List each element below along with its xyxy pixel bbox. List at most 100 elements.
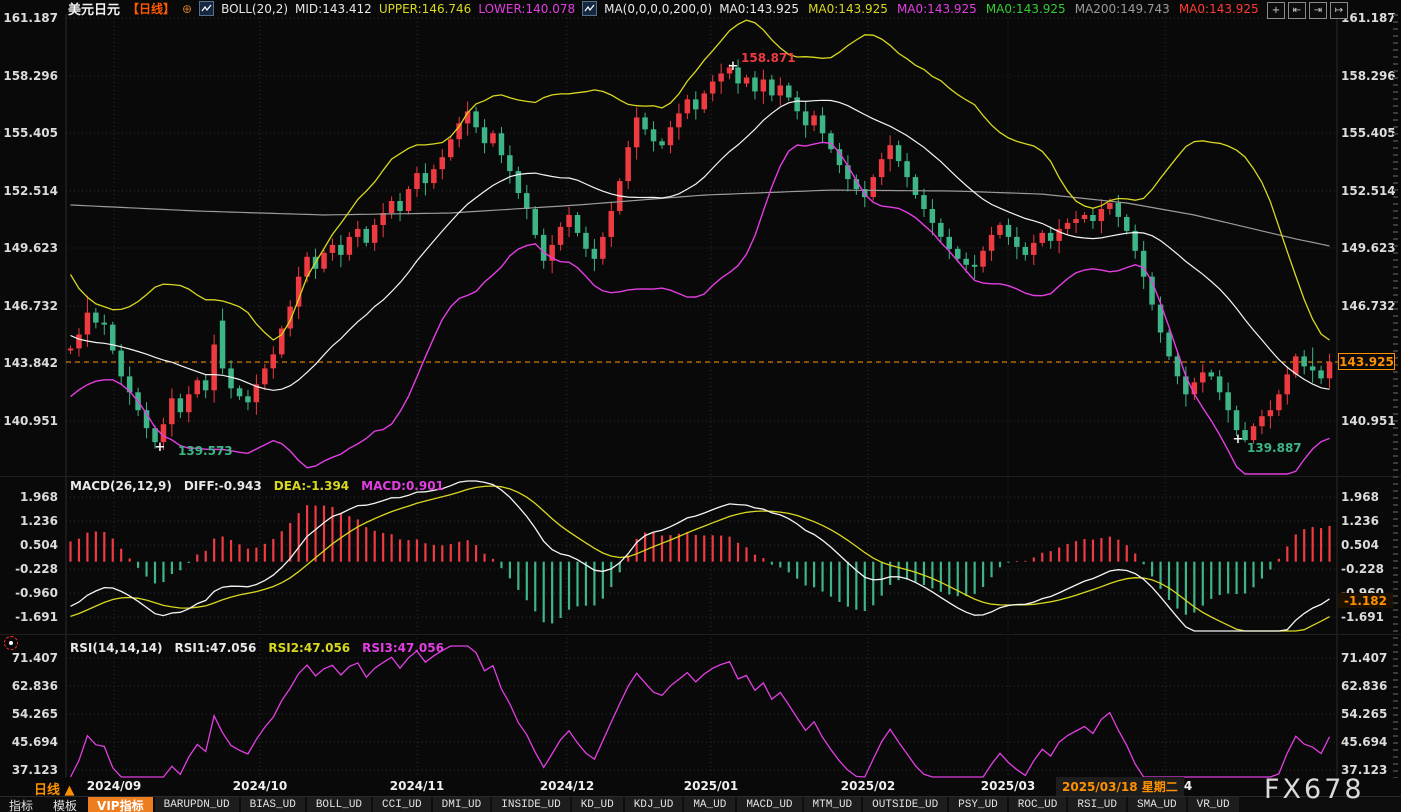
- svg-text:-0.960: -0.960: [15, 586, 58, 600]
- toolbar-tab-sma_ud[interactable]: SMA_UD: [1128, 797, 1186, 812]
- toolbar-tab-mtm_ud[interactable]: MTM_UD: [804, 797, 862, 812]
- toolbar-tab-ma_ud[interactable]: MA_UD: [684, 797, 735, 812]
- svg-text:140.951: 140.951: [3, 414, 58, 428]
- svg-text:-1.691: -1.691: [15, 610, 58, 624]
- svg-text:54.265: 54.265: [12, 707, 58, 721]
- svg-text:161.187: 161.187: [3, 11, 58, 25]
- ma-value: MA0:143.925: [986, 2, 1066, 16]
- rsi3-value: RSI3:47.056: [362, 641, 444, 655]
- svg-text:161.187: 161.187: [1341, 11, 1396, 25]
- toolbar-tab-outside_ud[interactable]: OUTSIDE_UD: [863, 797, 947, 812]
- svg-text:155.405: 155.405: [1341, 126, 1396, 140]
- macd-dea-value: DEA:-1.394: [274, 479, 349, 493]
- toolbar-tab-模板[interactable]: 模板: [44, 797, 86, 812]
- svg-text:152.514: 152.514: [1341, 184, 1396, 198]
- svg-text:158.296: 158.296: [3, 69, 58, 83]
- toolbar-tab-vip指标[interactable]: VIP指标: [88, 797, 153, 812]
- svg-text:-0.228: -0.228: [1341, 562, 1384, 576]
- rsi-panel-header: RSI(14,14,14) RSI1:47.056 RSI2:47.056 RS…: [70, 641, 444, 655]
- svg-text:146.732: 146.732: [3, 299, 58, 313]
- ma-value: MA0:143.925: [897, 2, 977, 16]
- current-price-label: 143.925: [1338, 353, 1395, 370]
- ma-value: MA0:143.925: [1179, 2, 1259, 16]
- svg-text:62.836: 62.836: [12, 679, 58, 693]
- price-annotation: 139.573: [178, 444, 233, 458]
- macd-macd-value: MACD:0.901: [361, 479, 444, 493]
- month-label: 2024/09: [87, 779, 141, 793]
- pan-home-icon[interactable]: ⇤: [1288, 2, 1306, 19]
- watermark: FX678: [1264, 774, 1365, 805]
- svg-text:152.514: 152.514: [3, 184, 58, 198]
- month-label: 2025/02: [841, 779, 895, 793]
- toolbar-tab-macd_ud[interactable]: MACD_UD: [737, 797, 801, 812]
- svg-text:158.296: 158.296: [1341, 69, 1396, 83]
- pan-forward-icon[interactable]: ⇥: [1309, 2, 1327, 19]
- svg-text:155.405: 155.405: [3, 126, 58, 140]
- toolbar-tab-vr_ud[interactable]: VR_UD: [1188, 797, 1239, 812]
- period-tag[interactable]: 【日线】: [127, 0, 175, 17]
- month-label: 2025/03: [981, 779, 1035, 793]
- toolbar-tab-bias_ud[interactable]: BIAS_UD: [241, 797, 305, 812]
- symbol-name: 美元日元: [68, 0, 120, 18]
- price-annotation: 139.887: [1247, 441, 1302, 455]
- toolbar-tab-boll_ud[interactable]: BOLL_UD: [307, 797, 371, 812]
- extreme-marker-icon: +: [1233, 432, 1244, 447]
- rsi2-value: RSI2:47.056: [268, 641, 350, 655]
- boll-label: BOLL(20,2): [221, 2, 288, 16]
- svg-text:140.951: 140.951: [1341, 414, 1396, 428]
- svg-text:-1.691: -1.691: [1341, 610, 1384, 624]
- toolbar-tab-inside_ud[interactable]: INSIDE_UD: [492, 797, 569, 812]
- toolbar-tab-kd_ud[interactable]: KD_UD: [572, 797, 623, 812]
- svg-text:54.265: 54.265: [1341, 707, 1387, 721]
- svg-text:45.694: 45.694: [1341, 735, 1387, 749]
- add-indicator-icon[interactable]: ⊕: [182, 2, 192, 16]
- ma-values: MA0:143.925 MA0:143.925 MA0:143.925 MA0:143…: [719, 2, 1259, 16]
- macd-diff-value: DIFF:-0.943: [184, 479, 262, 493]
- extreme-marker-icon: +: [155, 440, 166, 455]
- line-chart-icon[interactable]: [199, 1, 214, 16]
- date-axis: 日线 ▲ 2024/092024/102024/112024/122025/01…: [0, 777, 1401, 796]
- ma-value: MA0:143.925: [719, 2, 799, 16]
- svg-text:45.694: 45.694: [12, 735, 58, 749]
- right-scroll-strip[interactable]: [1393, 14, 1398, 778]
- header-toolbar: +⇤⇥↦: [1267, 2, 1348, 19]
- toolbar-tab-barupdn_ud[interactable]: BARUPDN_UD: [155, 797, 239, 812]
- ma-label: MA(0,0,0,0,200,0): [604, 2, 712, 16]
- svg-text:71.407: 71.407: [12, 651, 58, 665]
- toolbar-tab-roc_ud[interactable]: ROC_UD: [1009, 797, 1067, 812]
- alert-dot-icon[interactable]: [4, 636, 18, 650]
- month-label: 2024/10: [233, 779, 287, 793]
- toolbar-tab-kdj_ud[interactable]: KDJ_UD: [625, 797, 683, 812]
- trading-app: 161.187 161.187 158.296 158.296 155.405 155.4…: [0, 0, 1401, 812]
- chart-header: 美元日元 【日线】 ⊕ BOLL(20,2) MID:143.412 UPPER…: [68, 1, 1259, 16]
- toolbar-tab-cci_ud[interactable]: CCI_UD: [373, 797, 431, 812]
- macd-panel-header: MACD(26,12,9) DIFF:-0.943 DEA:-1.394 MAC…: [70, 479, 444, 493]
- boll-lower-value: LOWER:140.078: [478, 2, 575, 16]
- macd-crosshair-label: -1.182: [1338, 593, 1393, 608]
- svg-text:1.968: 1.968: [20, 490, 58, 504]
- ma-value: MA200:149.743: [1075, 2, 1170, 16]
- line-chart-icon[interactable]: [582, 1, 597, 16]
- boll-upper-value: UPPER:146.746: [379, 2, 471, 16]
- svg-text:1.236: 1.236: [20, 514, 58, 528]
- ma-value: MA0:143.925: [808, 2, 888, 16]
- toolbar-tab-psy_ud[interactable]: PSY_UD: [949, 797, 1007, 812]
- extreme-marker-icon: +: [728, 59, 739, 74]
- svg-text:143.842: 143.842: [3, 356, 58, 370]
- toolbar-tab-指标[interactable]: 指标: [0, 797, 42, 812]
- svg-text:1.968: 1.968: [1341, 490, 1379, 504]
- go-latest-icon[interactable]: ↦: [1330, 2, 1348, 19]
- svg-text:149.623: 149.623: [3, 241, 58, 255]
- bottom-toolbar: 指标模板VIP指标BARUPDN_UDBIAS_UDBOLL_UDCCI_UDD…: [0, 796, 1401, 812]
- svg-text:0.504: 0.504: [20, 538, 58, 552]
- svg-text:149.623: 149.623: [1341, 241, 1396, 255]
- svg-text:1.236: 1.236: [1341, 514, 1379, 528]
- toolbar-tab-dmi_ud[interactable]: DMI_UD: [433, 797, 491, 812]
- svg-text:-0.228: -0.228: [15, 562, 58, 576]
- move-icon[interactable]: +: [1267, 2, 1285, 19]
- svg-text:37.123: 37.123: [12, 763, 58, 777]
- date-crosshair-tooltip: 2025/03/18 星期二: [1056, 777, 1184, 797]
- svg-text:0.504: 0.504: [1341, 538, 1379, 552]
- toolbar-tab-rsi_ud[interactable]: RSI_UD: [1068, 797, 1126, 812]
- chart-canvas[interactable]: 161.187 161.187 158.296 158.296 155.405 155.4…: [0, 0, 1401, 812]
